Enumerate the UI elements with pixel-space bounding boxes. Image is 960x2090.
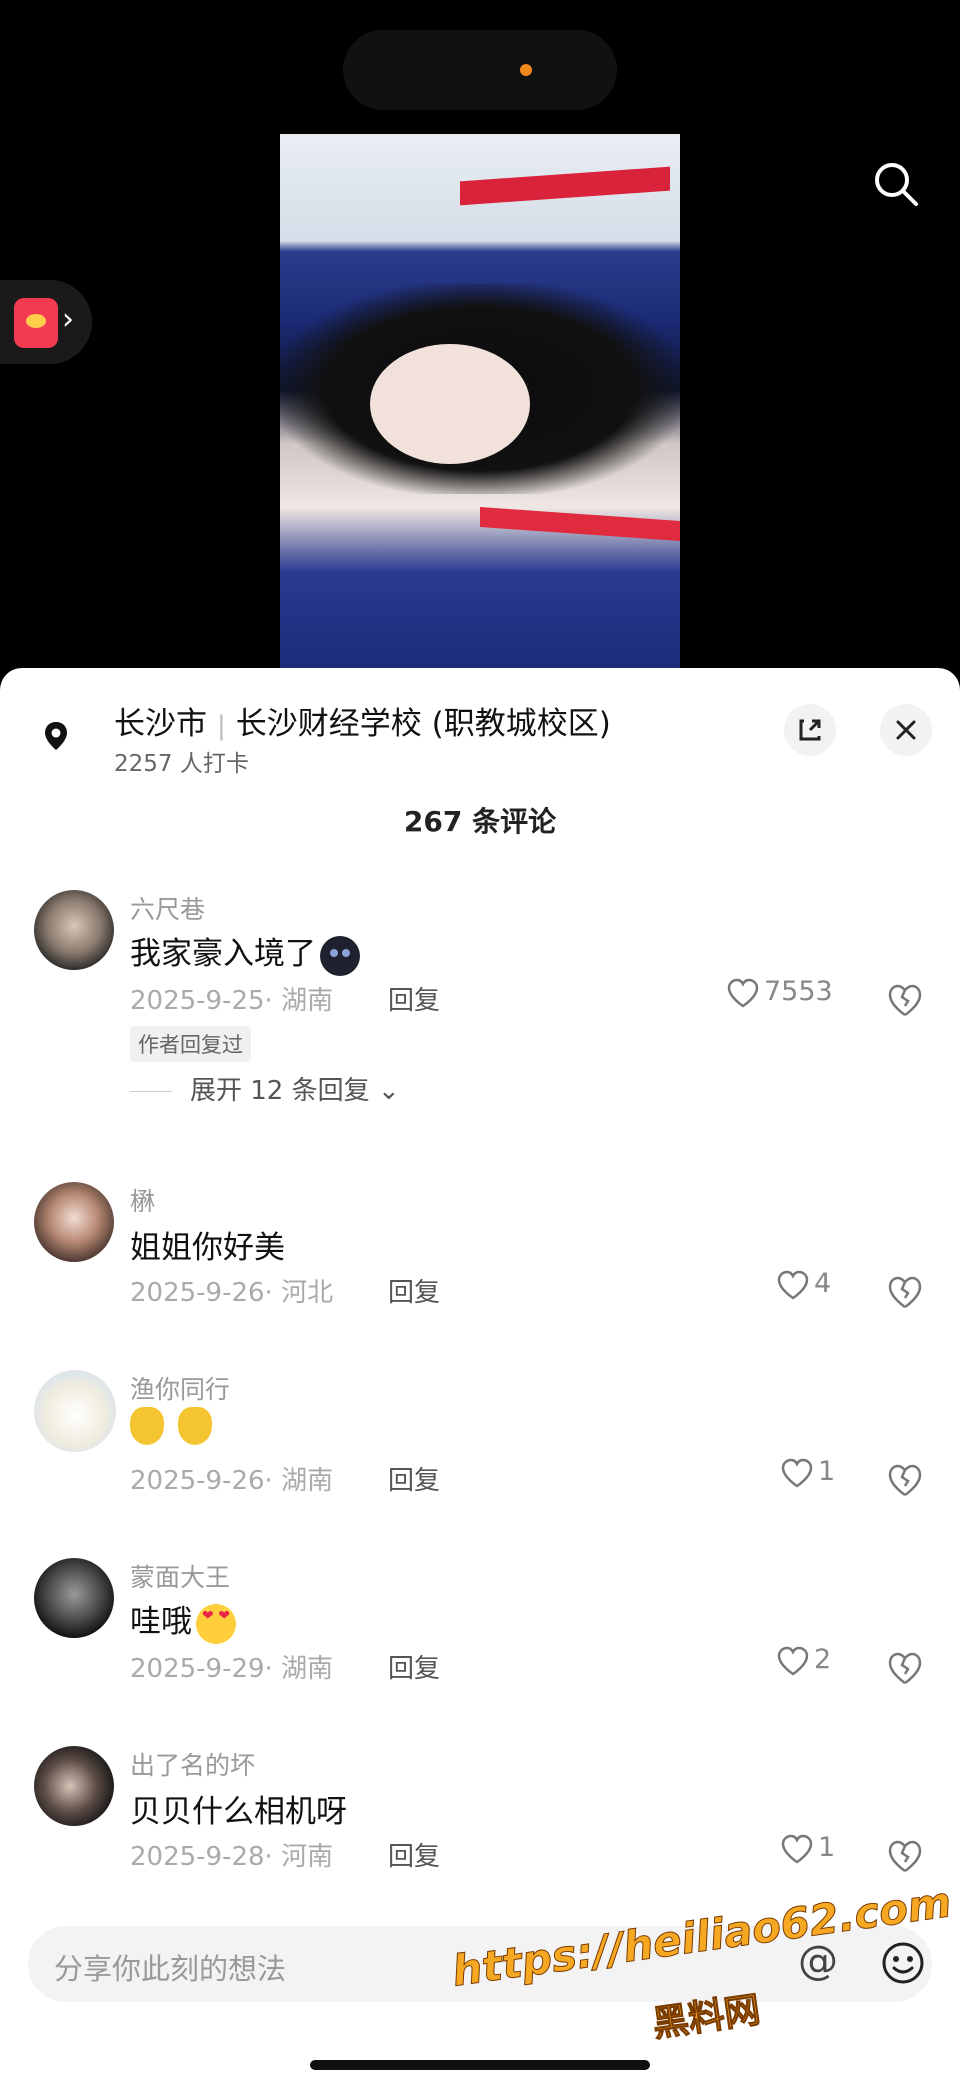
reply-button[interactable]: 回复 bbox=[388, 1460, 440, 1497]
comment-text-content: 哇哦 bbox=[130, 1604, 192, 1640]
heart-icon bbox=[777, 1270, 809, 1299]
comment-date-location: 2025-9-25· 湖南 bbox=[130, 986, 334, 1016]
comment-username[interactable]: 蒙面大王 bbox=[130, 1558, 230, 1594]
video-stripe bbox=[460, 166, 670, 206]
like-count: 1 bbox=[818, 1456, 836, 1487]
dislike-icon[interactable] bbox=[886, 1274, 924, 1310]
recording-indicator bbox=[520, 64, 532, 76]
comment-text: 我家豪入境了 bbox=[130, 928, 360, 976]
expand-icon bbox=[799, 719, 821, 741]
like-button[interactable]: 1 bbox=[780, 1456, 835, 1489]
author-replied-tag: 作者回复过 bbox=[130, 1026, 251, 1062]
search-button[interactable] bbox=[868, 156, 924, 212]
video-preview[interactable] bbox=[280, 134, 680, 668]
avatar[interactable] bbox=[34, 1370, 116, 1452]
comment-text: 姐姐你好美 bbox=[130, 1230, 285, 1266]
close-button[interactable] bbox=[880, 704, 932, 756]
video-face bbox=[370, 344, 530, 464]
like-count: 7553 bbox=[764, 976, 833, 1007]
comment-date-location: 2025-9-28· 河南 bbox=[130, 1842, 334, 1872]
dynamic-island bbox=[343, 30, 617, 110]
emoji-icon[interactable] bbox=[880, 1940, 926, 1986]
gold-emoji-icon bbox=[178, 1406, 212, 1445]
avatar[interactable] bbox=[34, 1182, 114, 1262]
dislike-icon[interactable] bbox=[886, 1462, 924, 1498]
red-packet-button[interactable]: › bbox=[0, 280, 92, 364]
heart-icon bbox=[781, 1834, 813, 1863]
like-button[interactable]: 2 bbox=[776, 1644, 831, 1677]
home-indicator bbox=[310, 2060, 650, 2070]
comment-item: 楙 姐姐你好美 2025-9-26· 河北 回复 4 bbox=[0, 1182, 960, 1362]
comments-count: 267 条评论 bbox=[403, 805, 557, 838]
like-button[interactable]: 1 bbox=[780, 1832, 835, 1865]
comment-date-location: 2025-9-26· 河北 bbox=[130, 1278, 334, 1308]
reply-button[interactable]: 回复 bbox=[388, 1836, 440, 1873]
like-count: 4 bbox=[814, 1268, 832, 1299]
chevron-down-icon: ⌄ bbox=[377, 1076, 400, 1106]
gold-emoji-icon bbox=[130, 1406, 164, 1445]
divider bbox=[130, 1091, 172, 1092]
comment-username[interactable]: 六尺巷 bbox=[130, 890, 205, 926]
like-button[interactable]: 7553 bbox=[726, 976, 833, 1009]
expand-replies-button[interactable]: 展开 12 条回复 ⌄ bbox=[130, 1070, 400, 1107]
comment-username[interactable]: 楙 bbox=[130, 1182, 155, 1218]
heart-eyes-emoji-icon bbox=[196, 1603, 236, 1644]
heart-icon bbox=[727, 978, 759, 1007]
chevron-right-icon: › bbox=[62, 302, 74, 337]
avatar[interactable] bbox=[34, 890, 114, 970]
search-icon bbox=[875, 163, 918, 206]
comment-item: 蒙面大王 哇哦 2025-9-29· 湖南 回复 2 bbox=[0, 1558, 960, 1738]
comment-date-location: 2025-9-26· 湖南 bbox=[130, 1466, 334, 1496]
reply-button[interactable]: 回复 bbox=[388, 980, 440, 1017]
comment-text: 贝贝什么相机呀 bbox=[130, 1794, 347, 1830]
comment-username[interactable]: 出了名的坏 bbox=[130, 1746, 255, 1782]
comment-text: 哇哦 bbox=[130, 1596, 236, 1644]
reply-button[interactable]: 回复 bbox=[388, 1272, 440, 1309]
heart-icon bbox=[777, 1646, 809, 1675]
comment-item: 六尺巷 我家豪入境了 2025-9-25· 湖南 回复 7553 作者回复过 展… bbox=[0, 890, 960, 1150]
like-count: 1 bbox=[818, 1832, 836, 1863]
comment-text-content: 我家豪入境了 bbox=[130, 936, 316, 972]
dislike-icon[interactable] bbox=[886, 1838, 924, 1874]
separator: | bbox=[217, 711, 226, 741]
comment-input-placeholder: 分享你此刻的想法 bbox=[54, 1952, 287, 1986]
like-count: 2 bbox=[814, 1644, 832, 1675]
dislike-icon[interactable] bbox=[886, 1650, 924, 1686]
location-pin-icon bbox=[34, 714, 78, 758]
video-stripe bbox=[480, 507, 680, 541]
close-icon bbox=[896, 720, 916, 740]
location-city: 长沙市 bbox=[114, 706, 207, 742]
location-place: 长沙财经学校 (职教城校区) bbox=[235, 706, 611, 742]
checkin-count: 2257 人打卡 bbox=[114, 751, 249, 777]
expand-button[interactable] bbox=[784, 704, 836, 756]
emoji-icon bbox=[320, 935, 360, 976]
comment-date-location: 2025-9-29· 湖南 bbox=[130, 1654, 334, 1684]
heart-icon bbox=[781, 1458, 813, 1487]
red-packet-icon bbox=[14, 298, 58, 348]
like-button[interactable]: 4 bbox=[776, 1268, 831, 1301]
location-title[interactable]: 长沙市 | 长沙财经学校 (职教城校区) bbox=[114, 698, 611, 743]
avatar[interactable] bbox=[34, 1558, 114, 1638]
comment-username[interactable]: 渔你同行 bbox=[130, 1370, 230, 1406]
comment-item: 渔你同行 2025-9-26· 湖南 回复 1 bbox=[0, 1370, 960, 1550]
dislike-icon[interactable] bbox=[886, 982, 924, 1018]
avatar[interactable] bbox=[34, 1746, 114, 1826]
expand-replies-label: 展开 12 条回复 bbox=[190, 1076, 370, 1106]
comment-text bbox=[130, 1406, 226, 1445]
reply-button[interactable]: 回复 bbox=[388, 1648, 440, 1685]
comments-sheet: 长沙市 | 长沙财经学校 (职教城校区) 2257 人打卡 267 条评论 六尺巷 … bbox=[0, 668, 960, 2090]
